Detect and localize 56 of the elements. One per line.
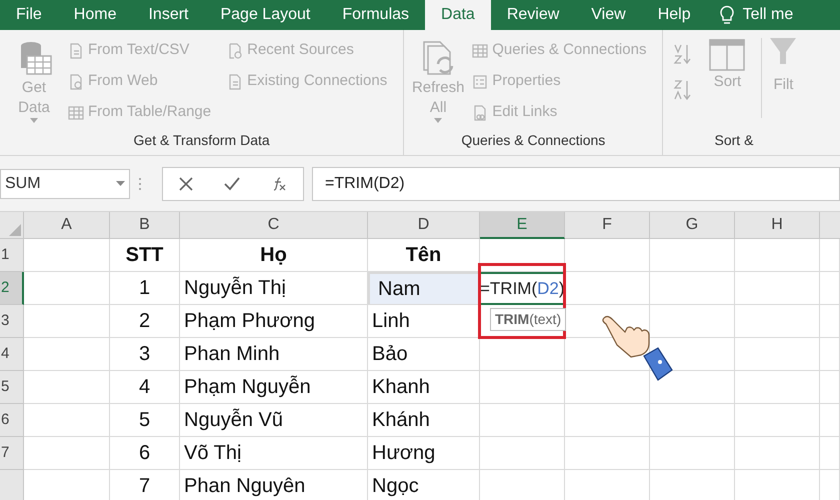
formula-input[interactable]: =TRIM(D2) [312,166,840,200]
row-header[interactable]: 4 [0,338,24,371]
table-cell: Nguyễn Vũ [180,404,368,437]
row-header[interactable]: 3 [0,305,24,338]
group-label: Queries & Connections [460,131,606,150]
name-box[interactable]: SUM [0,168,130,198]
table-cell: 7 [110,470,180,500]
ribbon-tab[interactable]: Page Layout [204,0,326,30]
table-cell: Phạm Nguyễn [180,371,368,404]
table-cell: 5 [110,404,180,437]
table-cell: STT [110,239,180,272]
column-header[interactable]: G [650,212,735,239]
table-cell: Võ Thị [180,437,368,470]
ribbon-tab[interactable]: Home [58,0,132,30]
table-cell: 4 [110,371,180,404]
table-cell: Linh [368,305,480,338]
table-cell: Phan Nguyên [180,470,368,500]
formula-text: =TRIM( [480,278,538,300]
row-header[interactable]: 7 [0,437,24,470]
column-header[interactable]: D [368,212,480,239]
name-box-value: SUM [5,174,41,194]
table-cell: Bảo [368,338,480,371]
function-tooltip: TRIM(text) [490,308,566,331]
table-cell: Phan Minh [180,338,368,371]
table-cell: Hương [368,437,480,470]
tell-me-search[interactable]: Tell me [742,3,794,27]
table-cell: Khanh [368,371,480,404]
ribbon-tab[interactable]: Review [490,0,576,30]
column-header[interactable]: B [110,212,180,239]
column-header[interactable]: A [24,212,110,239]
table-cell: Ngọc [368,470,480,500]
ribbon-tab[interactable]: File [0,0,58,30]
column-header[interactable]: H [735,212,820,239]
table-cell: 2 [110,305,180,338]
table-cell: 1 [110,272,180,305]
row-header[interactable]: 5 [0,371,24,404]
cell-reference: D2 [537,278,559,300]
ribbon-tab[interactable]: Data [425,0,491,30]
table-cell: Khánh [368,404,480,437]
column-header[interactable]: F [565,212,650,239]
ribbon-tab[interactable]: Help [642,0,707,30]
group-label: Get & Transform Data [132,131,271,150]
table-cell: Phạm Phương [180,305,368,338]
row-header[interactable]: 6 [0,404,24,437]
group-label: Sort & [714,131,754,150]
table-cell: 3 [110,338,180,371]
table-cell: 6 [110,437,180,470]
ribbon-tab[interactable]: View [575,0,642,30]
ribbon-tab[interactable]: Insert [132,0,204,30]
column-header[interactable]: E [480,212,565,239]
column-header[interactable]: C [180,212,368,239]
ribbon-tab[interactable]: Formulas [326,0,426,30]
table-cell: Họ [180,239,368,272]
row-header[interactable]: 2 [0,272,24,305]
row-header[interactable]: 1 [0,239,24,272]
table-cell: Nam [368,272,480,305]
